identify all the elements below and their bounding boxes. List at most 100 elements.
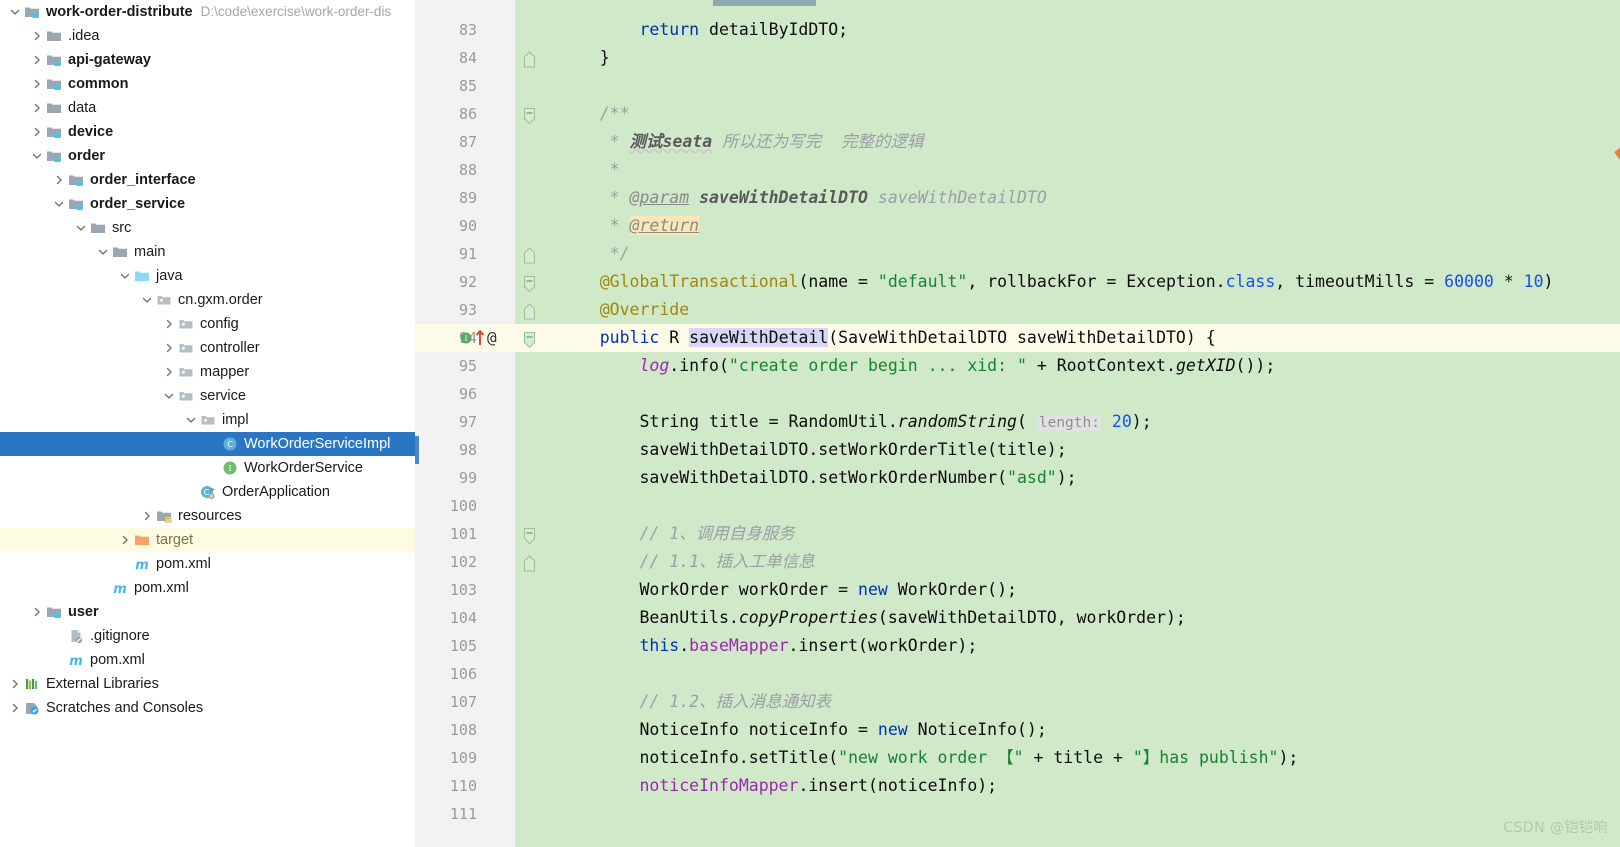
code-line-102[interactable]: 102 // 1.1、插入工单信息 [415,548,1620,576]
tree-item-api-gateway[interactable]: api-gateway [0,48,415,72]
line-number[interactable]: 85 [415,72,477,100]
line-number[interactable]: 89 [415,184,477,212]
code-line-85[interactable]: 85 [415,72,1620,100]
chevron-down-icon[interactable] [74,216,88,240]
tree-item-mapper[interactable]: mapper [0,360,415,384]
line-number[interactable]: 83 [415,16,477,44]
code-line-86[interactable]: 86 /** [415,100,1620,128]
fold-top-icon[interactable] [523,520,537,548]
tree-item-resources[interactable]: resources [0,504,415,528]
chevron-right-icon[interactable] [30,48,44,72]
line-number[interactable]: 101 [415,520,477,548]
code-line-90[interactable]: 90 * @return [415,212,1620,240]
fold-bot-icon[interactable] [523,548,537,576]
line-number[interactable]: 102 [415,548,477,576]
fold-bot-icon[interactable] [523,240,537,268]
line-number[interactable]: 106 [415,660,477,688]
tree-item-scratches-and-consoles[interactable]: Scratches and Consoles [0,696,415,720]
tree-item-src[interactable]: src [0,216,415,240]
tree-item-workorderservice[interactable]: I WorkOrderService [0,456,415,480]
chevron-down-icon[interactable] [118,264,132,288]
tree-item-user[interactable]: user [0,600,415,624]
code-line-88[interactable]: 88 * [415,156,1620,184]
code-line-83[interactable]: 83 return detailByIdDTO; [415,16,1620,44]
chevron-right-icon[interactable] [118,528,132,552]
code-line-104[interactable]: 104 BeanUtils.copyProperties(saveWithDet… [415,604,1620,632]
tree-item-workorderserviceimpl[interactable]: C WorkOrderServiceImpl [0,432,415,456]
code-line-89[interactable]: 89 * @param saveWithDetailDTO saveWithDe… [415,184,1620,212]
tree-item-pom-xml[interactable]: m pom.xml [0,576,415,600]
tree-item-main[interactable]: main [0,240,415,264]
code-line-105[interactable]: 105 this.baseMapper.insert(workOrder); [415,632,1620,660]
code-line-96[interactable]: 96 [415,380,1620,408]
tree-item-external-libraries[interactable]: External Libraries [0,672,415,696]
fold-top-icon[interactable] [523,324,537,352]
code-line-107[interactable]: 107 // 1.2、插入消息通知表 [415,688,1620,716]
chevron-down-icon[interactable] [162,384,176,408]
tree-item-orderapplication[interactable]: C OrderApplication [0,480,415,504]
tree-item-work-order-distribute[interactable]: work-order-distribute D:\code\exercise\wo… [0,0,415,24]
chevron-down-icon[interactable] [8,0,22,24]
code-line-99[interactable]: 99 saveWithDetailDTO.setWorkOrderNumber(… [415,464,1620,492]
code-line-92[interactable]: 92 @GlobalTransactional(name = "default"… [415,268,1620,296]
gutter-marker-group[interactable]: I @ [459,324,497,352]
tree-item-pom-xml[interactable]: m pom.xml [0,648,415,672]
change-marker[interactable] [415,436,419,464]
line-number[interactable]: 110 [415,772,477,800]
chevron-down-icon[interactable] [184,408,198,432]
code-line-110[interactable]: 110 noticeInfoMapper.insert(noticeInfo); [415,772,1620,800]
line-number[interactable]: 99 [415,464,477,492]
chevron-down-icon[interactable] [30,144,44,168]
line-number[interactable]: 86 [415,100,477,128]
code-line-97[interactable]: 97 String title = RandomUtil.randomStrin… [415,408,1620,436]
tree-item-order-interface[interactable]: order_interface [0,168,415,192]
tree-item-pom-xml[interactable]: m pom.xml [0,552,415,576]
tree-item-impl[interactable]: impl [0,408,415,432]
line-number[interactable]: 95 [415,352,477,380]
code-lines[interactable]: 83 return detailByIdDTO; 84 } 85 86 /** 87 *… [415,0,1620,847]
tree-item--idea[interactable]: .idea [0,24,415,48]
fold-top-icon[interactable] [523,100,537,128]
horizontal-scrollbar[interactable] [713,0,816,6]
tree-item-data[interactable]: data [0,96,415,120]
line-number[interactable]: 105 [415,632,477,660]
code-line-84[interactable]: 84 } [415,44,1620,72]
fold-bot-icon[interactable] [523,296,537,324]
line-number[interactable]: 107 [415,688,477,716]
code-line-95[interactable]: 95 log.info("create order begin ... xid:… [415,352,1620,380]
line-number[interactable]: 108 [415,716,477,744]
tree-item-common[interactable]: common [0,72,415,96]
tree-item-order[interactable]: order [0,144,415,168]
line-number[interactable]: 84 [415,44,477,72]
chevron-down-icon[interactable] [52,192,66,216]
code-line-98[interactable]: 98 saveWithDetailDTO.setWorkOrderTitle(t… [415,436,1620,464]
chevron-right-icon[interactable] [162,360,176,384]
chevron-right-icon[interactable] [30,96,44,120]
line-number[interactable]: 100 [415,492,477,520]
line-number[interactable]: 96 [415,380,477,408]
tree-item-order-service[interactable]: order_service [0,192,415,216]
tree-item--gitignore[interactable]: .gitignore [0,624,415,648]
code-line-94[interactable]: 94I@ public R saveWithDetail(SaveWithDet… [415,324,1620,352]
line-number[interactable]: 92 [415,268,477,296]
line-number[interactable]: 88 [415,156,477,184]
code-editor[interactable]: 83 return detailByIdDTO; 84 } 85 86 /** 87 *… [415,0,1620,847]
chevron-right-icon[interactable] [162,312,176,336]
chevron-right-icon[interactable] [52,168,66,192]
code-line-93[interactable]: 93 @Override [415,296,1620,324]
tree-item-target[interactable]: target [0,528,415,552]
code-line-108[interactable]: 108 NoticeInfo noticeInfo = new NoticeIn… [415,716,1620,744]
line-number[interactable]: 104 [415,604,477,632]
line-number[interactable]: 103 [415,576,477,604]
code-line-111[interactable]: 111 [415,800,1620,828]
chevron-right-icon[interactable] [140,504,154,528]
tree-item-java[interactable]: java [0,264,415,288]
fold-bot-icon[interactable] [523,44,537,72]
tree-item-device[interactable]: device [0,120,415,144]
line-number[interactable]: 93 [415,296,477,324]
line-number[interactable]: 111 [415,800,477,828]
code-line-109[interactable]: 109 noticeInfo.setTitle("new work order … [415,744,1620,772]
tree-item-controller[interactable]: controller [0,336,415,360]
line-number[interactable]: 90 [415,212,477,240]
line-number[interactable]: 109 [415,744,477,772]
